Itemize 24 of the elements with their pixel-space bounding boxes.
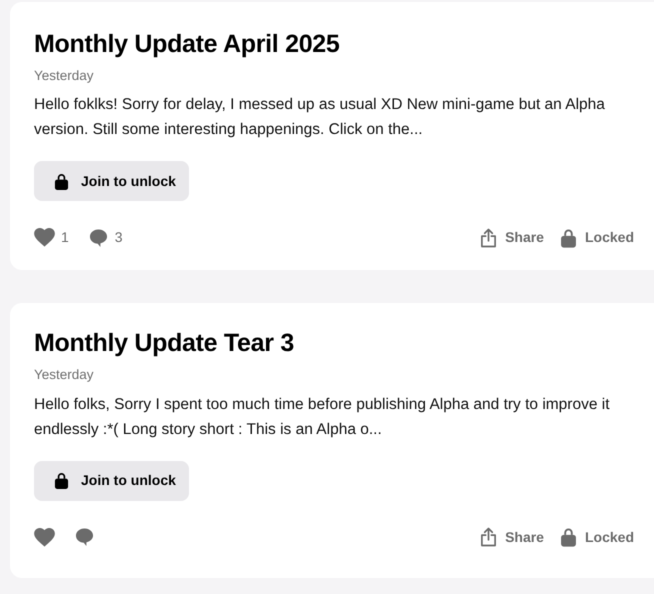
join-to-unlock-button[interactable]: Join to unlock	[34, 161, 189, 202]
share-icon	[480, 228, 498, 248]
comment-count: 3	[114, 228, 123, 248]
heart-icon[interactable]	[34, 528, 55, 546]
post-excerpt: Hello foklks! Sorry for delay, I messed up as usual XD New mini-game but an Alpha version. Still some interesting happenings. Click on the...	[34, 95, 606, 140]
speech-bubble-icon[interactable]	[88, 228, 108, 248]
lock-icon	[560, 527, 577, 547]
share-button[interactable]: Share	[480, 227, 544, 248]
post-date: Yesterday	[34, 366, 95, 384]
heart-icon[interactable]	[34, 228, 55, 248]
speech-bubble-icon[interactable]	[75, 527, 94, 547]
post-title[interactable]: Monthly Update April 2025	[34, 28, 634, 60]
lock-icon	[54, 472, 69, 489]
post-date: Yesterday	[34, 67, 95, 85]
share-button[interactable]: Share	[480, 526, 544, 548]
post-excerpt: Hello folks, Sorry I spent too much time before publishing Alpha and try to improve it endlessly :*( Long story short : This is an Alpha o...	[34, 394, 611, 440]
post-title[interactable]: Monthly Update Tear 3	[34, 327, 634, 360]
share-icon	[480, 527, 498, 547]
locked-status: Locked	[584, 228, 634, 248]
locked-status: Locked	[584, 528, 634, 546]
lock-icon	[560, 228, 577, 248]
join-to-unlock-button[interactable]: Join to unlock	[34, 460, 189, 500]
like-count: 1	[61, 228, 69, 248]
lock-icon	[54, 172, 69, 190]
